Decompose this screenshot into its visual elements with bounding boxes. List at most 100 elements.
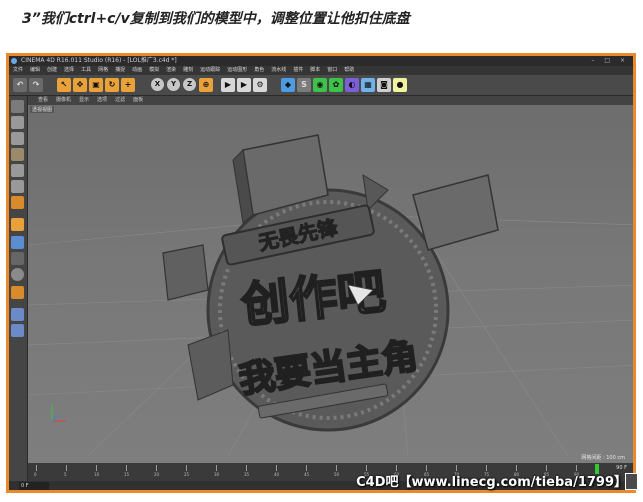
subdivision-icon[interactable]: ◉ [313,78,327,92]
menu-script[interactable]: 脚本 [310,66,320,75]
floor-icon[interactable]: ▦ [361,78,375,92]
snap-icon[interactable] [11,268,24,281]
x-axis-icon[interactable]: X [151,78,164,91]
vp-menu-cameras[interactable]: 摄像机 [56,96,71,105]
timeline-tick-label: 5 [64,472,67,477]
menu-simulate[interactable]: 模拟 [149,66,159,75]
grid-lock-icon[interactable] [11,324,24,337]
viewport-menu: 查看 摄像机 显示 选项 过滤 面板 [28,96,633,105]
select-tool-icon[interactable]: ↖ [57,78,71,92]
redo-icon[interactable]: ↷ [29,78,43,92]
timeline-tick [36,465,37,471]
light-icon[interactable]: ● [393,78,407,92]
timeline-tick-label: 20 [154,472,160,477]
coordinate-system-icon[interactable]: ⊕ [199,78,213,92]
timeline-tick [126,465,127,471]
timeline-tick [66,465,67,471]
cinema4d-window: CINEMA 4D R16.011 Studio (R16) - [LOL推广3… [9,56,633,490]
screenshot-frame: CINEMA 4D R16.011 Studio (R16) - [LOL推广3… [6,53,636,493]
menu-bar: 文件 编辑 创建 选择 工具 网格 捕捉 动画 模拟 渲染 雕刻 运动跟踪 运动… [9,66,633,75]
menu-plugins[interactable]: 插件 [293,66,303,75]
timeline-tick [96,465,97,471]
cube-icon[interactable]: ◆ [281,78,295,92]
badge-model[interactable]: 无畏先锋 创作吧 我要当主角 [162,134,499,432]
menu-motion-tracking[interactable]: 运动跟踪 [200,66,220,75]
last-tool-icon[interactable]: + [121,78,135,92]
timeline-tick-label: 45 [304,472,310,477]
edges-mode-icon[interactable] [11,180,24,193]
y-axis-icon[interactable]: Y [167,78,180,91]
points-mode-icon[interactable] [11,164,24,177]
render-view-icon[interactable]: ▶ [221,78,235,92]
timeline-tick-label: 0 [34,472,37,477]
camera-icon[interactable]: ◙ [377,78,391,92]
menu-help[interactable]: 帮助 [344,66,354,75]
timeline-tick [306,465,307,471]
menu-select[interactable]: 选择 [64,66,74,75]
c4d-logo-icon [11,58,17,64]
undo-icon[interactable]: ↶ [13,78,27,92]
timeline-tick-label: 25 [184,472,190,477]
menu-sculpt[interactable]: 雕刻 [183,66,193,75]
model-mode-icon[interactable] [11,116,24,129]
workplane-lock-icon[interactable] [11,308,24,321]
window-controls[interactable]: – □ × [591,56,629,66]
deformer-icon[interactable]: ◐ [345,78,359,92]
render-settings-icon[interactable]: ⚙ [253,78,267,92]
tweak-mode-icon[interactable] [11,236,24,249]
grid-spacing-label: 网格间距 : 100 cm [581,455,625,461]
viewport-label: 透视视图 [30,106,55,113]
polygons-mode-icon[interactable] [11,196,24,209]
timeline-tick [186,465,187,471]
menu-pipeline[interactable]: 流水线 [271,66,286,75]
left-toolbar [9,96,28,490]
vp-menu-view[interactable]: 查看 [38,96,48,105]
menu-edit[interactable]: 编辑 [30,66,40,75]
render-picture-viewer-icon[interactable]: ▶ [237,78,251,92]
timeline-tick [336,465,337,471]
timeline-tick-label: 50 [334,472,340,477]
world-axis-gizmo [51,405,66,422]
workplane-icon[interactable] [11,148,24,161]
rotate-tool-icon[interactable]: ↻ [105,78,119,92]
menu-create[interactable]: 创建 [47,66,57,75]
menu-render[interactable]: 渲染 [166,66,176,75]
texture-mode-icon[interactable] [11,132,24,145]
menu-tools[interactable]: 工具 [81,66,91,75]
vp-menu-options[interactable]: 选项 [97,96,107,105]
timeline-tick-label: 15 [124,472,130,477]
z-axis-icon[interactable]: Z [183,78,196,91]
timeline-tick-label: 30 [214,472,220,477]
pen-spline-icon[interactable]: S [297,78,311,92]
vp-menu-panel[interactable]: 面板 [133,96,143,105]
main-toolbar: ↶ ↷ ↖ ✥ ▣ ↻ + X Y Z ⊕ ▶ ▶ ⚙ ◆ S ◉ ✿ ◐ ▦ … [9,75,633,96]
timeline-tick [156,465,157,471]
menu-file[interactable]: 文件 [13,66,23,75]
scene-render: 无畏先锋 创作吧 我要当主角 [28,134,633,456]
timeline-tick-label: 10 [94,472,100,477]
timeline-tick-label: 40 [274,472,280,477]
menu-mesh[interactable]: 网格 [98,66,108,75]
perspective-viewport[interactable]: 无畏先锋 创作吧 我要当主角 透视视图 网格间距 : 100 cm [28,105,633,463]
timeline-tick [276,465,277,471]
soft-selection-icon[interactable] [11,252,24,265]
scale-tool-icon[interactable]: ▣ [89,78,103,92]
title-bar: CINEMA 4D R16.011 Studio (R16) - [LOL推广3… [9,56,633,66]
make-editable-icon[interactable] [11,100,24,113]
axis-mode-icon[interactable] [11,218,24,231]
menu-window[interactable]: 窗口 [327,66,337,75]
array-icon[interactable]: ✿ [329,78,343,92]
menu-snap[interactable]: 捕捉 [115,66,125,75]
current-frame-field[interactable] [19,482,49,490]
menu-character[interactable]: 角色 [254,66,264,75]
vp-menu-filter[interactable]: 过滤 [115,96,125,105]
move-tool-icon[interactable]: ✥ [73,78,87,92]
caption-text: 3”我们ctrl+c/v复制到我们的模型中，调整位置让他扣住底盘 [22,11,410,27]
menu-mograph[interactable]: 运动图形 [227,66,247,75]
magnet-icon[interactable] [11,286,24,299]
watermark-text: C4D吧【www.linecg.com/tieba/1799】 [356,475,627,490]
menu-animate[interactable]: 动画 [132,66,142,75]
window-title: CINEMA 4D R16.011 Studio (R16) - [LOL推广3… [21,57,177,64]
vp-menu-display[interactable]: 显示 [79,96,89,105]
timeline-tick-label: 35 [244,472,250,477]
